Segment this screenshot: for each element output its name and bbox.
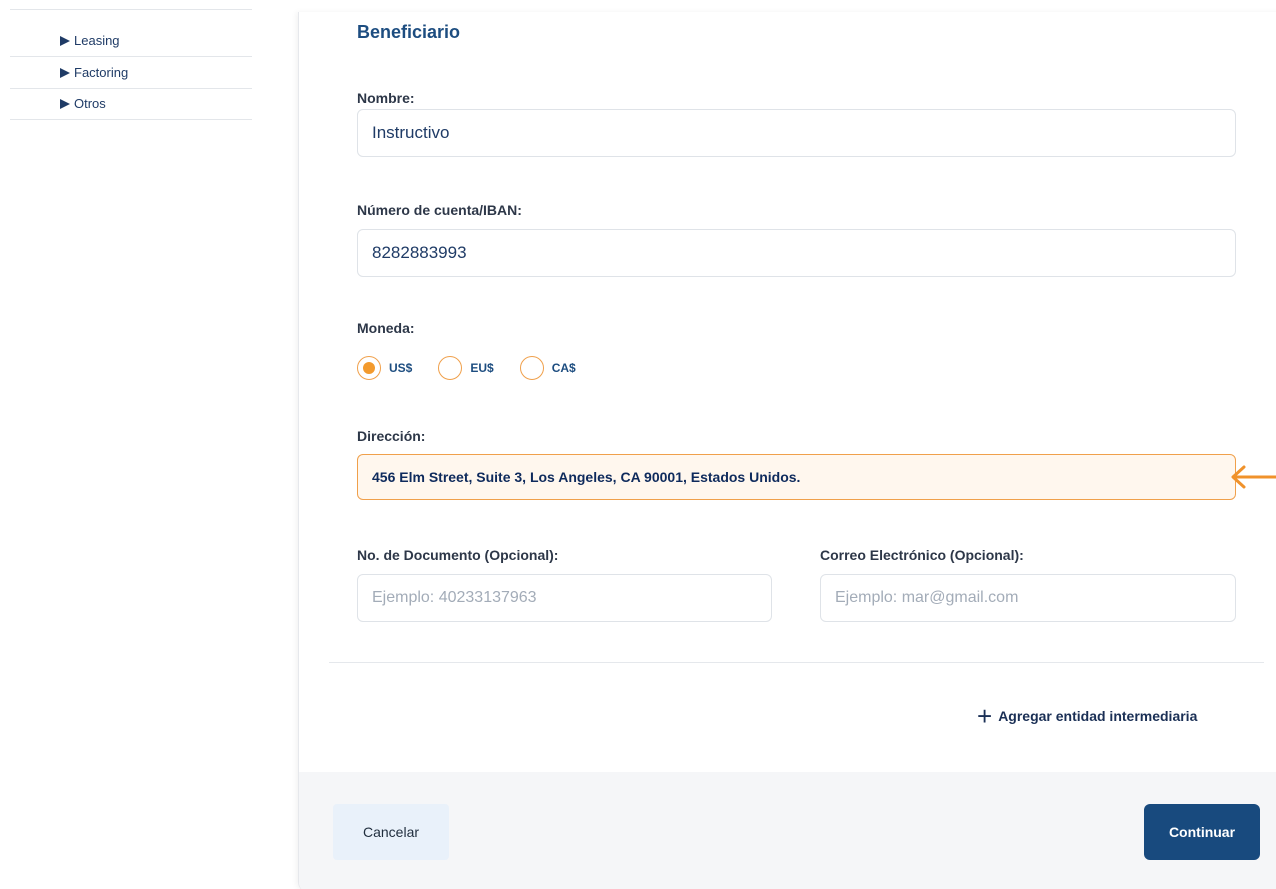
direccion-label: Dirección: (357, 428, 426, 444)
nombre-input[interactable]: Instructivo (357, 109, 1236, 157)
radio-unselected-icon (519, 356, 544, 380)
documento-label: No. de Documento (Opcional): (357, 547, 559, 563)
nombre-value: Instructivo (372, 123, 450, 142)
add-intermediary-link[interactable]: + Agregar entidad intermediaria (977, 701, 1198, 731)
form-footer: Cancelar Continuar (299, 772, 1276, 889)
radio-eur[interactable]: EU$ (438, 356, 494, 380)
correo-label: Correo Electrónico (Opcional): (820, 547, 1024, 563)
sidebar-item-cut-off[interactable] (10, 0, 252, 10)
continue-button[interactable]: Continuar (1144, 804, 1260, 860)
arrow-left-icon (1231, 465, 1276, 489)
add-intermediary-label: Agregar entidad intermediaria (998, 708, 1198, 724)
moneda-label: Moneda: (357, 320, 415, 336)
documento-placeholder: Ejemplo: 40233137963 (372, 589, 537, 606)
caret-right-icon (60, 98, 70, 109)
cuenta-value: 8282883993 (372, 243, 467, 262)
nombre-label: Nombre: (357, 90, 415, 106)
cuenta-input[interactable]: 8282883993 (357, 229, 1236, 277)
radio-usd[interactable]: US$ (357, 356, 412, 380)
caret-right-icon (60, 67, 70, 78)
cancel-button[interactable]: Cancelar (333, 804, 449, 860)
sidebar-item-label: Leasing (74, 33, 120, 48)
divider (329, 662, 1264, 663)
sidebar-item-leasing[interactable]: Leasing (10, 25, 252, 57)
sidebar-item-label: Otros (74, 96, 106, 111)
sidebar-item-otros[interactable]: Otros (10, 88, 252, 120)
radio-cad[interactable]: CA$ (519, 356, 576, 380)
moneda-radio-group: US$ EU$ CA$ (357, 356, 602, 380)
documento-input[interactable]: Ejemplo: 40233137963 (357, 574, 772, 622)
beneficiary-form-card: Beneficiario Nombre: Instructivo Número … (298, 12, 1276, 889)
radio-selected-icon (357, 356, 381, 380)
cuenta-label: Número de cuenta/IBAN: (357, 202, 522, 218)
sidebar-item-label: Factoring (74, 65, 129, 80)
plus-icon: + (977, 701, 993, 731)
sidebar-item-factoring[interactable]: Factoring (10, 57, 252, 89)
direccion-input[interactable]: 456 Elm Street, Suite 3, Los Angeles, CA… (357, 454, 1236, 500)
section-title: Beneficiario (357, 22, 461, 42)
radio-unselected-icon (438, 356, 463, 380)
direccion-value: 456 Elm Street, Suite 3, Los Angeles, CA… (372, 469, 801, 485)
correo-placeholder: Ejemplo: mar@gmail.com (835, 589, 1019, 606)
caret-right-icon (60, 35, 70, 46)
correo-input[interactable]: Ejemplo: mar@gmail.com (820, 574, 1236, 622)
